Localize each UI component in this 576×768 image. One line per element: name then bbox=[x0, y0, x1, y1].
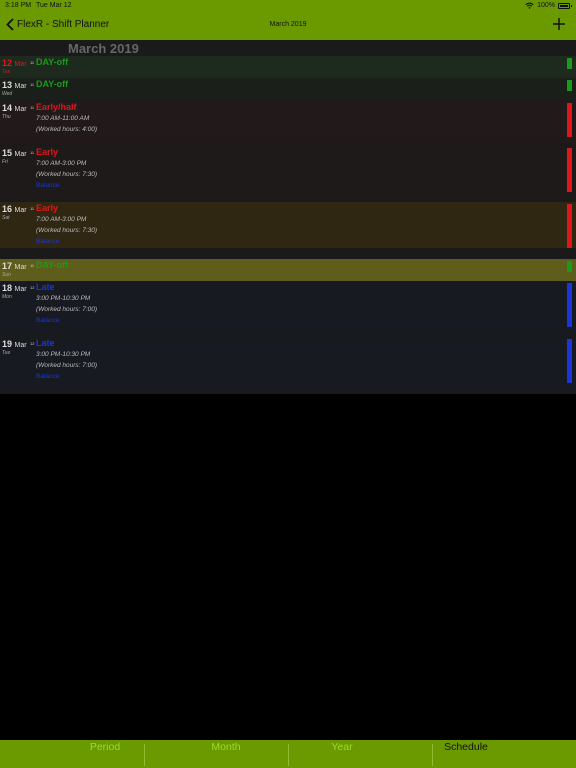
nav-bar: FlexR - Shift Planner March 2019 bbox=[0, 12, 576, 40]
week-number: 11 bbox=[30, 150, 35, 155]
shift-name: Late bbox=[36, 338, 55, 348]
worked-hours: (Worked hours: 7:30) bbox=[36, 227, 98, 234]
shift-color-bar bbox=[567, 204, 572, 248]
day-of-week: Sat bbox=[2, 215, 10, 221]
add-icon[interactable] bbox=[552, 17, 566, 31]
day-number: 19 Mar bbox=[2, 339, 27, 349]
balance-label: Balance bbox=[36, 238, 60, 245]
week-number: 11 bbox=[30, 105, 35, 110]
worked-hours: (Worked hours: 7:00) bbox=[36, 306, 98, 313]
shift-hours: 7:00 AM-11:00 AM bbox=[36, 115, 90, 122]
shift-color-bar bbox=[567, 103, 572, 137]
tab-year[interactable]: Year bbox=[270, 741, 414, 753]
shift-hours: 3:00 PM-10:30 PM bbox=[36, 351, 91, 358]
shift-color-bar bbox=[567, 339, 572, 383]
week-number: 11 bbox=[30, 263, 35, 268]
shift-name: DAY-off bbox=[36, 79, 69, 89]
schedule-list: March 2019 12 Mar Tue 11 DAY-off 13 Mar … bbox=[0, 40, 576, 394]
day-number: 14 Mar bbox=[2, 103, 27, 113]
shift-color-bar bbox=[567, 148, 572, 192]
battery-label: 100% bbox=[537, 2, 555, 9]
list-item[interactable]: 12 Mar Tue 11 DAY-off bbox=[0, 56, 576, 78]
worked-hours: (Worked hours: 4:00) bbox=[36, 126, 98, 133]
day-of-week: Thu bbox=[2, 114, 11, 120]
list-item[interactable]: 18 Mar Mon 12 Late 3:00 PM-10:30 PM (Wor… bbox=[0, 281, 576, 333]
shift-color-bar bbox=[567, 80, 572, 91]
day-number: 13 Mar bbox=[2, 80, 27, 90]
day-number: 15 Mar bbox=[2, 148, 27, 158]
tab-divider bbox=[144, 744, 145, 766]
shift-name: Early bbox=[36, 203, 59, 213]
week-number: 11 bbox=[30, 206, 35, 211]
day-number: 12 Mar bbox=[2, 58, 27, 68]
shift-hours: 7:00 AM-3:00 PM bbox=[36, 160, 87, 167]
balance-label: Balance bbox=[36, 182, 60, 189]
list-item[interactable]: 13 Mar Wed 11 DAY-off bbox=[0, 78, 576, 100]
shift-hours: 3:00 PM-10:30 PM bbox=[36, 295, 91, 302]
day-number: 18 Mar bbox=[2, 283, 27, 293]
tab-schedule[interactable]: Schedule bbox=[394, 741, 538, 753]
month-header: March 2019 bbox=[68, 41, 139, 56]
day-number: 16 Mar bbox=[2, 204, 27, 214]
week-number: 12 bbox=[30, 285, 35, 290]
shift-color-bar bbox=[567, 261, 572, 272]
balance-label: Balance bbox=[36, 317, 60, 324]
day-of-week: Fri bbox=[2, 159, 8, 165]
shift-name: Early/half bbox=[36, 102, 77, 112]
tab-bar: Period Month Year Schedule bbox=[0, 740, 576, 768]
day-of-week: Sun bbox=[2, 272, 11, 278]
day-of-week: Tue bbox=[2, 69, 11, 75]
day-of-week: Mon bbox=[2, 294, 12, 300]
list-item[interactable]: 14 Mar Thu 11 Early/half 7:00 AM-11:00 A… bbox=[0, 101, 576, 143]
list-item[interactable]: 15 Mar Fri 11 Early 7:00 AM-3:00 PM (Wor… bbox=[0, 146, 576, 198]
shift-name: Early bbox=[36, 147, 59, 157]
week-number: 12 bbox=[30, 341, 35, 346]
shift-color-bar bbox=[567, 58, 572, 69]
list-item[interactable]: 17 Mar Sun 11 DAY-off bbox=[0, 259, 576, 281]
shift-hours: 7:00 AM-3:00 PM bbox=[36, 216, 87, 223]
balance-label: Balance bbox=[36, 373, 60, 380]
day-of-week: Wed bbox=[2, 91, 13, 97]
shift-name: DAY-off bbox=[36, 260, 69, 270]
week-number: 11 bbox=[30, 60, 35, 65]
status-time: 3:18 PM bbox=[5, 2, 32, 9]
week-number: 11 bbox=[30, 82, 35, 87]
status-bar: 3:18 PM Tue Mar 12 100% bbox=[0, 0, 576, 12]
status-right: 100% bbox=[525, 2, 572, 9]
day-of-week: Tue bbox=[2, 350, 11, 356]
shift-name: Late bbox=[36, 282, 55, 292]
shift-name: DAY-off bbox=[36, 57, 69, 67]
wifi-icon bbox=[525, 2, 534, 9]
shift-color-bar bbox=[567, 283, 572, 327]
worked-hours: (Worked hours: 7:00) bbox=[36, 362, 98, 369]
list-item[interactable]: 19 Mar Tue 12 Late 3:00 PM-10:30 PM (Wor… bbox=[0, 337, 576, 391]
day-number: 17 Mar bbox=[2, 261, 27, 271]
worked-hours: (Worked hours: 7:30) bbox=[36, 171, 98, 178]
list-item[interactable]: 16 Mar Sat 11 Early 7:00 AM-3:00 PM (Wor… bbox=[0, 202, 576, 248]
battery-icon bbox=[558, 2, 572, 9]
status-date: Tue Mar 12 bbox=[36, 2, 72, 9]
page-title: March 2019 bbox=[269, 21, 307, 28]
